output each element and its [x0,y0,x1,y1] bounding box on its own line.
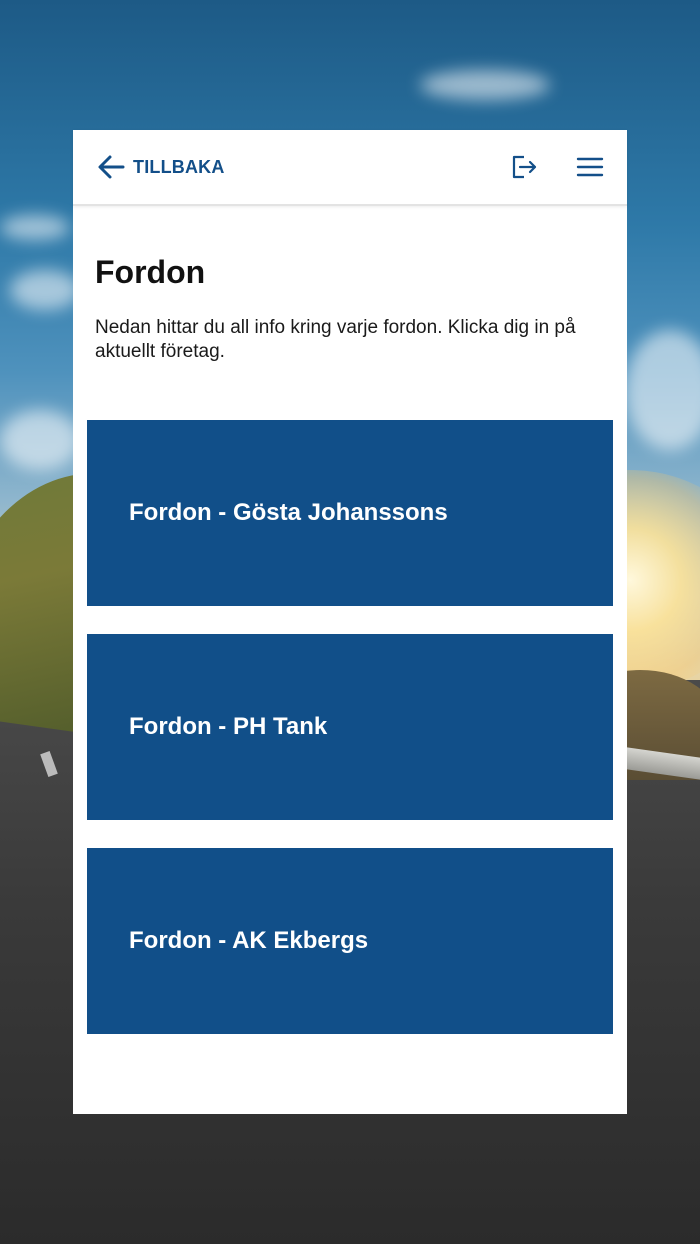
cloud [10,270,80,310]
top-bar: TILLBAKA [73,130,627,206]
cloud [0,410,80,470]
page-title: Fordon [95,254,206,290]
company-tile-ph-tank[interactable]: Fordon - PH Tank [87,634,613,820]
company-tile-label: Fordon - Gösta Johanssons [129,499,448,526]
back-label: TILLBAKA [133,156,225,177]
company-tile-label: Fordon - AK Ekbergs [129,927,369,954]
back-button[interactable]: TILLBAKA [97,153,225,181]
arrow-left-icon [97,154,125,180]
page-description: Nedan hittar du all info kring varje for… [95,317,576,362]
logout-button[interactable] [509,152,539,182]
company-tile-ak-ekbergs[interactable]: Fordon - AK Ekbergs [87,848,613,1034]
cloud [0,215,70,240]
company-tile-gosta-johanssons[interactable]: Fordon - Gösta Johanssons [87,420,613,606]
content-panel: TILLBAKA Fordon Nedan hittar du all info… [73,130,627,1114]
menu-button[interactable] [575,154,605,180]
cloud [420,70,550,100]
hamburger-menu-icon [575,157,605,184]
company-tile-label: Fordon - PH Tank [129,713,328,740]
logout-icon [509,155,539,186]
